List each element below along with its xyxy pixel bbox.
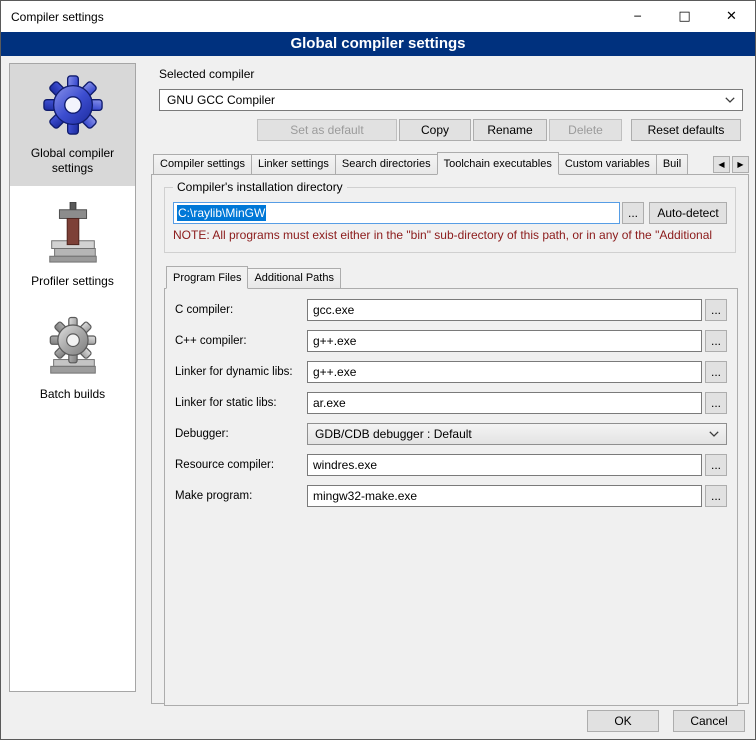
- cpp-compiler-label: C++ compiler:: [175, 335, 307, 347]
- reset-defaults-button[interactable]: Reset defaults: [631, 119, 741, 141]
- installation-directory-group-title: Compiler's installation directory: [173, 180, 347, 194]
- cancel-button[interactable]: Cancel: [673, 710, 745, 732]
- chevron-down-icon: [725, 97, 735, 103]
- static-linker-input[interactable]: [307, 392, 702, 414]
- blue-gear-icon: [42, 74, 104, 136]
- dynamic-linker-input[interactable]: [307, 361, 702, 383]
- installation-directory-row: C:\raylib\MinGW ... Auto-detect: [173, 202, 727, 224]
- installation-note: NOTE: All programs must exist either in …: [173, 228, 727, 242]
- static-linker-label: Linker for static libs:: [175, 397, 307, 409]
- maximize-button[interactable]: □: [661, 1, 708, 32]
- toolchain-executables-panel: Compiler's installation directory C:\ray…: [151, 174, 749, 704]
- close-button[interactable]: ✕: [708, 1, 755, 32]
- dialog-banner: Global compiler settings: [1, 32, 755, 56]
- selected-compiler-label: Selected compiler: [159, 67, 749, 83]
- installation-directory-input[interactable]: C:\raylib\MinGW: [173, 202, 620, 224]
- make-program-label: Make program:: [175, 490, 307, 502]
- c-compiler-input[interactable]: [307, 299, 702, 321]
- compiler-select[interactable]: GNU GCC Compiler: [159, 89, 743, 111]
- settings-tabbar: Compiler settings Linker settings Search…: [151, 152, 749, 175]
- debugger-select[interactable]: GDB/CDB debugger : Default: [307, 423, 727, 445]
- browse-installation-directory-button[interactable]: ...: [622, 202, 644, 224]
- sidebar-item-profiler-settings[interactable]: Profiler settings: [10, 192, 135, 299]
- resource-compiler-label: Resource compiler:: [175, 459, 307, 471]
- sidebar-item-label: Batch builds: [40, 387, 105, 402]
- rename-button[interactable]: Rename: [473, 119, 547, 141]
- chevron-down-icon: [709, 431, 719, 437]
- minimize-button[interactable]: ─: [614, 1, 661, 32]
- tab-build-options[interactable]: Buil: [656, 154, 688, 174]
- sidebar-item-global-compiler-settings[interactable]: Global compiler settings: [10, 64, 135, 186]
- tab-scroll-right-icon[interactable]: ▶: [732, 156, 749, 173]
- profiler-tool-icon: [42, 202, 104, 264]
- compiler-action-row: Set as default Copy Rename Delete Reset …: [159, 119, 741, 141]
- auto-detect-button[interactable]: Auto-detect: [649, 202, 727, 224]
- form-row-static-linker: Linker for static libs: ...: [165, 392, 737, 414]
- make-program-input[interactable]: [307, 485, 702, 507]
- browse-static-linker-button[interactable]: ...: [705, 392, 727, 414]
- gray-gear-icon: [42, 315, 104, 377]
- titlebar[interactable]: Compiler settings ─ □ ✕: [1, 1, 755, 32]
- tab-compiler-settings[interactable]: Compiler settings: [153, 154, 252, 174]
- cpp-compiler-input[interactable]: [307, 330, 702, 352]
- browse-c-compiler-button[interactable]: ...: [705, 299, 727, 321]
- form-row-c-compiler: C compiler: ...: [165, 299, 737, 321]
- window-title: Compiler settings: [1, 10, 104, 24]
- program-files-tabbar: Program Files Additional Paths: [164, 266, 748, 289]
- program-files-panel: C compiler: ... C++ compiler: ... Linker…: [164, 288, 738, 706]
- tab-custom-variables[interactable]: Custom variables: [558, 154, 657, 174]
- form-row-debugger: Debugger: GDB/CDB debugger : Default: [165, 423, 737, 445]
- tab-scroll-left-icon[interactable]: ◀: [713, 156, 730, 173]
- tab-scroll-buttons: ◀ ▶: [710, 156, 749, 173]
- c-compiler-label: C compiler:: [175, 304, 307, 316]
- browse-cpp-compiler-button[interactable]: ...: [705, 330, 727, 352]
- main-panel: Selected compiler GNU GCC Compiler Set a…: [151, 63, 749, 703]
- caption-buttons: ─ □ ✕: [614, 1, 755, 32]
- browse-dynamic-linker-button[interactable]: ...: [705, 361, 727, 383]
- sidebar-item-label: Global compiler settings: [13, 146, 132, 176]
- debugger-select-value: GDB/CDB debugger : Default: [315, 427, 472, 441]
- installation-directory-value: C:\raylib\MinGW: [177, 205, 266, 221]
- resource-compiler-input[interactable]: [307, 454, 702, 476]
- browse-resource-compiler-button[interactable]: ...: [705, 454, 727, 476]
- sidebar-item-label: Profiler settings: [31, 274, 114, 289]
- form-row-cpp-compiler: C++ compiler: ...: [165, 330, 737, 352]
- set-as-default-button[interactable]: Set as default: [257, 119, 397, 141]
- installation-directory-group: Compiler's installation directory C:\ray…: [164, 187, 736, 253]
- browse-make-program-button[interactable]: ...: [705, 485, 727, 507]
- settings-category-list: Global compiler settings Profiler settin…: [9, 63, 136, 692]
- delete-button[interactable]: Delete: [549, 119, 622, 141]
- tab-linker-settings[interactable]: Linker settings: [251, 154, 336, 174]
- dynamic-linker-label: Linker for dynamic libs:: [175, 366, 307, 378]
- copy-button[interactable]: Copy: [399, 119, 471, 141]
- tab-toolchain-executables[interactable]: Toolchain executables: [437, 152, 559, 175]
- form-row-resource-compiler: Resource compiler: ...: [165, 454, 737, 476]
- ok-button[interactable]: OK: [587, 710, 659, 732]
- debugger-label: Debugger:: [175, 428, 307, 440]
- tab-search-directories[interactable]: Search directories: [335, 154, 438, 174]
- tab-program-files[interactable]: Program Files: [166, 266, 248, 289]
- sidebar-item-batch-builds[interactable]: Batch builds: [10, 305, 135, 412]
- form-row-make-program: Make program: ...: [165, 485, 737, 507]
- compiler-select-value: GNU GCC Compiler: [167, 93, 275, 107]
- form-row-dynamic-linker: Linker for dynamic libs: ...: [165, 361, 737, 383]
- tab-additional-paths[interactable]: Additional Paths: [247, 268, 341, 288]
- compiler-settings-window: Compiler settings ─ □ ✕ Global compiler …: [0, 0, 756, 740]
